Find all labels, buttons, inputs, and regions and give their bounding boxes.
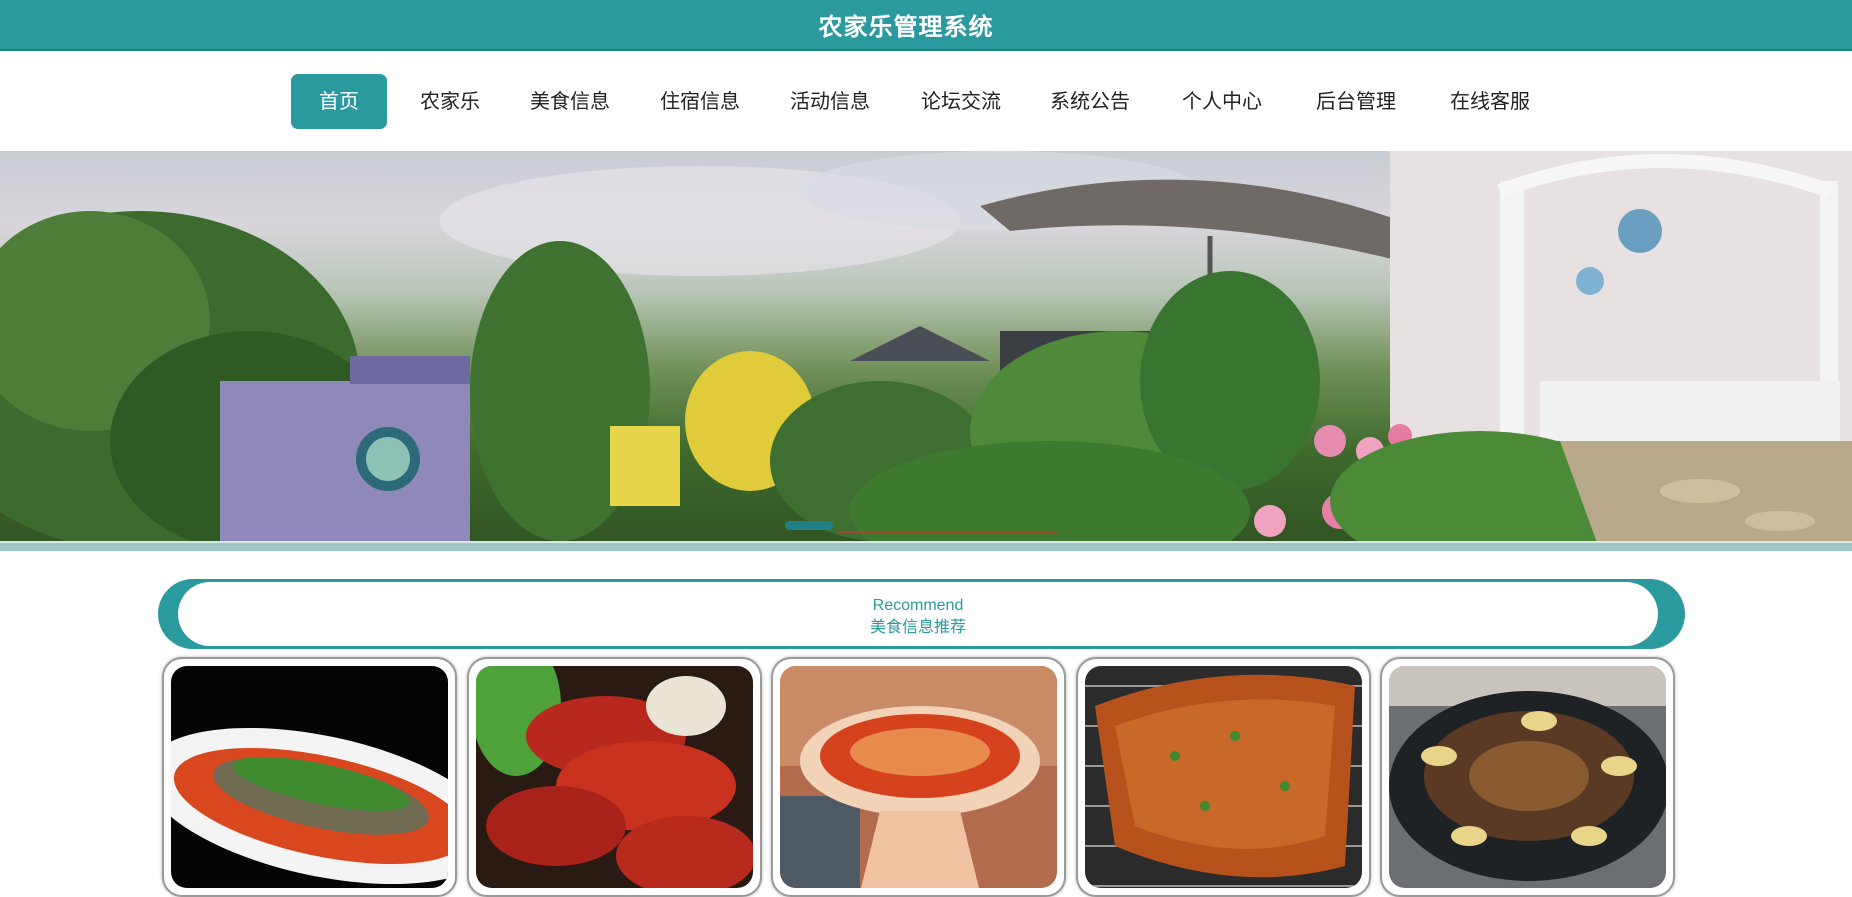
nav-item-admin[interactable]: 后台管理 — [1306, 74, 1406, 129]
recommend-header: Recommend 美食信息推荐 — [158, 579, 1685, 649]
nav-item-forum[interactable]: 论坛交流 — [911, 74, 1011, 129]
grilled-fish-image — [1085, 666, 1362, 888]
nav-item-customer-service[interactable]: 在线客服 — [1440, 74, 1540, 129]
nav-item-farmhouse[interactable]: 农家乐 — [412, 74, 488, 129]
mapo-tofu-image — [780, 666, 1057, 888]
nav-item-announcement[interactable]: 系统公告 — [1040, 74, 1140, 129]
food-card[interactable] — [1076, 657, 1371, 897]
nav-item-lodging[interactable]: 住宿信息 — [650, 74, 750, 129]
food-card[interactable] — [1380, 657, 1675, 897]
hotpot-image — [1389, 666, 1666, 888]
banner-bottom-strip — [0, 541, 1852, 551]
carousel-indicator-track[interactable] — [838, 531, 1058, 533]
recommend-title-en: Recommend — [872, 597, 964, 614]
braised-fish-image — [171, 666, 448, 888]
top-header-bar: 农家乐管理系统 — [0, 0, 1852, 51]
site-title: 农家乐管理系统 — [818, 13, 994, 41]
nav-item-food[interactable]: 美食信息 — [520, 74, 620, 129]
recommend-header-inner: Recommend 美食信息推荐 — [178, 582, 1658, 646]
carousel-indicator-active[interactable] — [785, 521, 833, 530]
recommend-title-cn: 美食信息推荐 — [869, 617, 966, 636]
nav-item-home[interactable]: 首页 — [291, 74, 387, 129]
food-card[interactable] — [162, 657, 457, 897]
food-card[interactable] — [771, 657, 1066, 897]
main-nav: 首页 农家乐 美食信息 住宿信息 活动信息 论坛交流 系统公告 个人中心 后台管… — [0, 51, 1852, 151]
food-card[interactable] — [467, 657, 762, 897]
crayfish-image — [476, 666, 753, 888]
banner-carousel[interactable] — [0, 151, 1852, 551]
farmhouse-garden-image — [0, 151, 1852, 551]
nav-item-profile[interactable]: 个人中心 — [1172, 74, 1272, 129]
nav-item-activity[interactable]: 活动信息 — [780, 74, 880, 129]
